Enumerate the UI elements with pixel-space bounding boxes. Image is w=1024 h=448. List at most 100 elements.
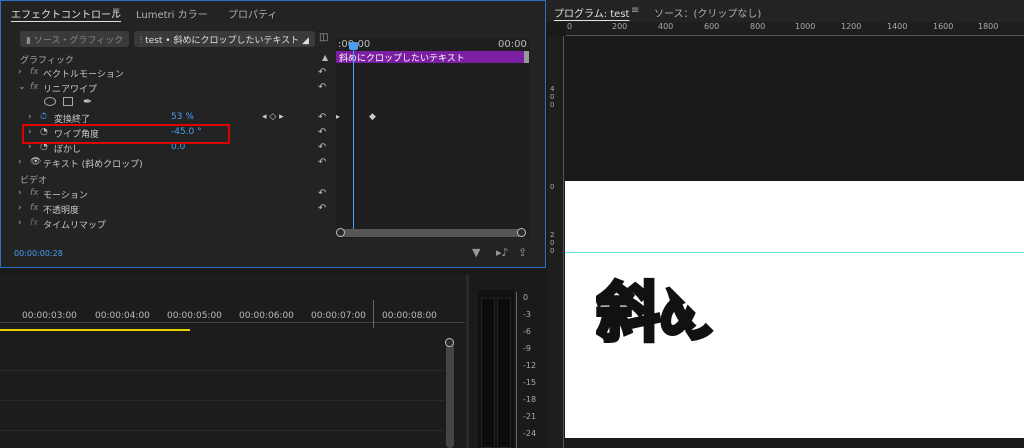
effect-row-motion[interactable]: › fx モーション [14,188,334,203]
db-label: -15 [523,378,537,387]
fx-icon[interactable]: fx [30,203,39,213]
layer-row-text[interactable]: › 👁 テキスト (斜めクロップ) [14,157,334,172]
panel-menu-icon[interactable]: ≡ [112,6,120,17]
ruler-tick: 400 [658,22,674,31]
reset-icon[interactable]: ↶ [318,112,326,123]
timeline-marker-line [373,300,374,328]
db-label: -21 [523,412,537,421]
reset-icon[interactable]: ↶ [318,203,326,214]
fx-icon[interactable]: fx [30,82,39,92]
work-area-bar[interactable] [0,329,190,331]
db-label: -3 [523,310,531,319]
scroll-handle-top[interactable] [445,338,454,347]
effect-row-time-remap[interactable]: › fx タイムリマップ [14,218,334,233]
expand-arrow-icon[interactable]: › [18,203,22,213]
vruler-tick: 0 [550,239,555,247]
effect-row-linear-wipe[interactable]: ⌄ fx リニアワイプ [14,82,334,97]
vruler-tick: 0 [550,183,555,191]
tab-source[interactable]: ソース：(クリップなし) [654,5,761,20]
expand-arrow-icon[interactable]: › [18,218,22,228]
ruler-tick: 1000 [795,22,816,31]
ruler-tick: 600 [704,22,720,31]
pen-mask-icon[interactable]: ✒ [83,95,92,108]
reset-icon[interactable]: ↶ [318,142,326,153]
expand-arrow-icon[interactable]: › [18,188,22,198]
toggle-timeline-icon[interactable]: ◫ [319,32,328,43]
guide-line[interactable] [565,252,1024,253]
db-label: 0 [523,293,529,302]
keyframe-arrow-icon: ▸ [336,112,341,121]
sequence-timeline[interactable] [0,275,470,448]
program-canvas-pasteboard [565,36,1024,181]
db-label: -6 [523,327,531,336]
program-monitor-tabbar: プログラム: test ≡ ソース：(クリップなし) [546,0,1024,22]
timeline-timecode: 00:00:07:00 [311,311,366,321]
export-icon[interactable]: ⇪ [518,246,527,259]
collapse-arrow-icon[interactable]: ⌄ [18,82,26,92]
scroll-handle-right[interactable] [517,228,526,237]
keyframe-icon[interactable]: ◆ [369,112,376,122]
play-audio-icon[interactable]: ▸♪ [496,246,509,259]
timeline-timecode: 00:00:05:00 [167,311,222,321]
vruler-tick: 0 [550,93,555,101]
ruler-tick: 1600 [933,22,954,31]
ec-clip-bar[interactable]: 斜めにクロップしたいテキスト [336,51,524,63]
chevron-left-icon: ▮ [26,36,34,46]
horizontal-ruler: 0 200 400 600 800 1000 1200 1400 1600 18… [566,22,1024,36]
eye-icon[interactable]: 👁 [30,157,41,167]
ruler-tick: 1200 [841,22,862,31]
section-video: ビデオ [20,176,48,186]
expand-arrow-icon[interactable]: › [18,157,22,167]
vruler-tick: 2 [550,231,555,239]
ec-tabbar: エフェクトコントロール ≡ Lumetri カラー プロパティ [1,1,545,23]
vruler-tick: 0 [550,247,555,255]
ruler-tick: 0 [567,22,573,31]
reset-icon[interactable]: ↶ [318,188,326,199]
expand-arrow-icon[interactable]: › [28,112,32,122]
reset-icon[interactable]: ↶ [318,82,326,93]
timeline-vertical-scrollbar[interactable] [445,338,454,448]
ec-horizontal-scrollbar[interactable] [336,228,526,237]
effect-row-vector-motion[interactable]: › fx ベクトルモーション [14,67,334,82]
ec-timecode[interactable]: 00:00:00:28 [14,249,63,258]
track-divider [0,400,445,401]
stopwatch-icon[interactable]: ⏱ [40,112,47,122]
fx-icon[interactable]: fx [30,67,39,77]
tab-lumetri-color[interactable]: Lumetri カラー [136,6,208,21]
tab-properties[interactable]: プロパティ [228,6,277,21]
fx-icon[interactable]: fx [30,218,39,228]
scroll-handle-left[interactable] [336,228,345,237]
collapse-up-icon[interactable]: ▲ [322,53,328,62]
highlight-box [22,124,230,144]
dropdown-icon: ◢ [299,36,309,46]
ruler-tick: 200 [612,22,628,31]
keyframe-navigator-icon[interactable]: ◂ ◇ ▸ [262,112,284,122]
ruler-tick: 800 [750,22,766,31]
timeline-timecode: 00:00:06:00 [239,311,294,321]
effect-row-opacity[interactable]: › fx 不透明度 [14,203,334,218]
track-divider [0,370,445,371]
vertical-ruler: 4 0 0 0 2 0 0 [548,36,564,448]
rectangle-mask-icon[interactable] [63,97,73,106]
clip-selector-button[interactable]: ⫶ test • 斜めにクロップしたいテキスト ◢ [134,31,315,47]
panel-menu-icon[interactable]: ≡ [631,5,639,16]
db-label: -18 [523,395,537,404]
panel-divider[interactable] [466,275,469,448]
transition-end-value[interactable]: 53 % [171,112,194,122]
ellipse-mask-icon[interactable] [44,97,56,106]
ec-clip-end-handle[interactable] [524,51,529,63]
db-label: -9 [523,344,531,353]
fx-icon[interactable]: fx [30,188,39,198]
timeline-timecode: 00:00:04:00 [95,311,150,321]
vruler-tick: 4 [550,85,555,93]
expand-arrow-icon[interactable]: › [18,67,22,77]
filter-icon[interactable]: ▼ [472,246,480,259]
reset-icon[interactable]: ↶ [318,157,326,168]
ec-timeline[interactable] [336,38,530,238]
tab-program[interactable]: プログラム: test [554,5,629,20]
tab-effect-controls[interactable]: エフェクトコントロール [11,6,121,21]
reset-icon[interactable]: ↶ [318,67,326,78]
reset-icon[interactable]: ↶ [318,127,326,138]
source-graphic-button[interactable]: ▮ ソース・グラフィック [20,31,130,47]
playhead-line[interactable] [353,42,354,230]
